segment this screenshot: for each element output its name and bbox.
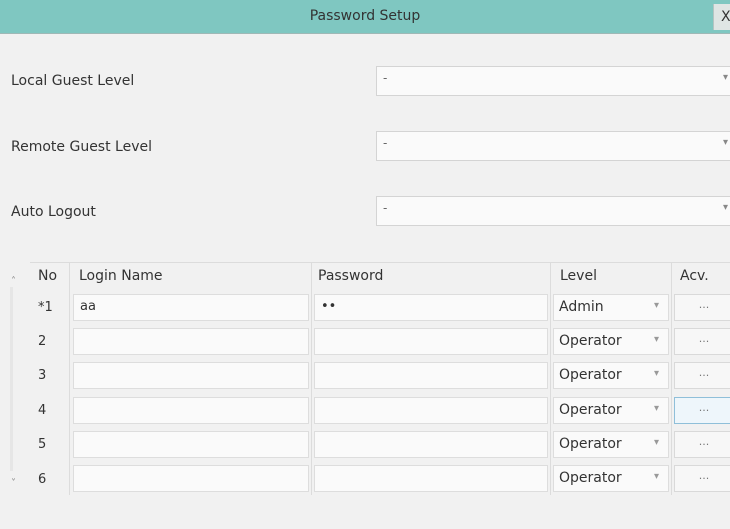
auto-logout-label: Auto Logout bbox=[11, 204, 96, 220]
row-number: 6 bbox=[38, 472, 47, 487]
column-divider bbox=[550, 262, 551, 495]
auto-logout-value: - bbox=[383, 201, 388, 215]
local-guest-level-value: - bbox=[383, 71, 388, 85]
level-select[interactable]: Operator ▾ bbox=[553, 328, 669, 355]
row-number: 2 bbox=[38, 334, 47, 349]
column-divider bbox=[671, 262, 672, 495]
remote-guest-level-value: - bbox=[383, 136, 388, 150]
table-scrollbar[interactable] bbox=[10, 287, 13, 471]
chevron-down-icon: ▾ bbox=[723, 72, 729, 83]
row-number: 4 bbox=[38, 403, 47, 418]
level-value: Operator bbox=[559, 436, 622, 452]
scroll-up-icon[interactable]: ˄ bbox=[11, 276, 16, 287]
chevron-down-icon: ▾ bbox=[723, 137, 729, 148]
acv-button[interactable]: ... bbox=[674, 397, 730, 424]
column-header-login-name: Login Name bbox=[79, 268, 163, 284]
local-guest-level-dropdown[interactable]: - ▾ bbox=[376, 66, 730, 96]
acv-button[interactable]: ... bbox=[674, 328, 730, 355]
local-guest-level-label: Local Guest Level bbox=[11, 73, 135, 89]
acv-button[interactable]: ... bbox=[674, 294, 730, 321]
auto-logout-dropdown[interactable]: - ▾ bbox=[376, 196, 730, 226]
column-header-level: Level bbox=[560, 268, 597, 284]
chevron-down-icon: ▾ bbox=[654, 300, 660, 311]
chevron-down-icon: ▾ bbox=[654, 437, 660, 448]
acv-button[interactable]: ... bbox=[674, 465, 730, 492]
row-number: 3 bbox=[38, 368, 47, 383]
login-name-input[interactable] bbox=[73, 431, 309, 458]
column-divider bbox=[69, 262, 70, 495]
login-name-input[interactable] bbox=[73, 328, 309, 355]
window-title: Password Setup bbox=[309, 8, 421, 24]
level-value: Operator bbox=[559, 470, 622, 486]
chevron-down-icon: ▾ bbox=[654, 471, 660, 482]
chevron-down-icon: ▾ bbox=[654, 368, 660, 379]
column-header-acv: Acv. bbox=[680, 268, 709, 284]
login-name-input[interactable] bbox=[73, 465, 309, 492]
acv-button[interactable]: ... bbox=[674, 362, 730, 389]
password-input[interactable]: •• bbox=[314, 294, 548, 321]
level-value: Operator bbox=[559, 333, 622, 349]
password-value: •• bbox=[321, 299, 337, 314]
login-name-input[interactable] bbox=[73, 397, 309, 424]
password-input[interactable] bbox=[314, 328, 548, 355]
remote-guest-level-dropdown[interactable]: - ▾ bbox=[376, 131, 730, 161]
level-select[interactable]: Operator ▾ bbox=[553, 431, 669, 458]
password-input[interactable] bbox=[314, 397, 548, 424]
login-name-input[interactable] bbox=[73, 362, 309, 389]
level-value: Admin bbox=[559, 299, 604, 315]
level-value: Operator bbox=[559, 402, 622, 418]
chevron-down-icon: ▾ bbox=[654, 403, 660, 414]
level-select[interactable]: Operator ▾ bbox=[553, 465, 669, 492]
title-bar: Password Setup X bbox=[0, 0, 730, 34]
chevron-down-icon: ▾ bbox=[723, 202, 729, 213]
column-header-password: Password bbox=[318, 268, 384, 284]
level-value: Operator bbox=[559, 367, 622, 383]
login-name-value: aa bbox=[80, 299, 96, 314]
password-input[interactable] bbox=[314, 362, 548, 389]
row-number: 5 bbox=[38, 437, 47, 452]
level-select[interactable]: Operator ▾ bbox=[553, 397, 669, 424]
column-divider bbox=[311, 262, 312, 495]
remote-guest-level-label: Remote Guest Level bbox=[11, 139, 152, 155]
acv-button[interactable]: ... bbox=[674, 431, 730, 458]
row-number: *1 bbox=[38, 300, 53, 315]
password-input[interactable] bbox=[314, 431, 548, 458]
level-select[interactable]: Admin ▾ bbox=[553, 294, 669, 321]
login-name-input[interactable]: aa bbox=[73, 294, 309, 321]
level-select[interactable]: Operator ▾ bbox=[553, 362, 669, 389]
column-header-no: No bbox=[38, 268, 58, 284]
scroll-down-icon[interactable]: ˅ bbox=[11, 478, 16, 489]
password-input[interactable] bbox=[314, 465, 548, 492]
close-button[interactable]: X bbox=[713, 4, 730, 30]
chevron-down-icon: ▾ bbox=[654, 334, 660, 345]
